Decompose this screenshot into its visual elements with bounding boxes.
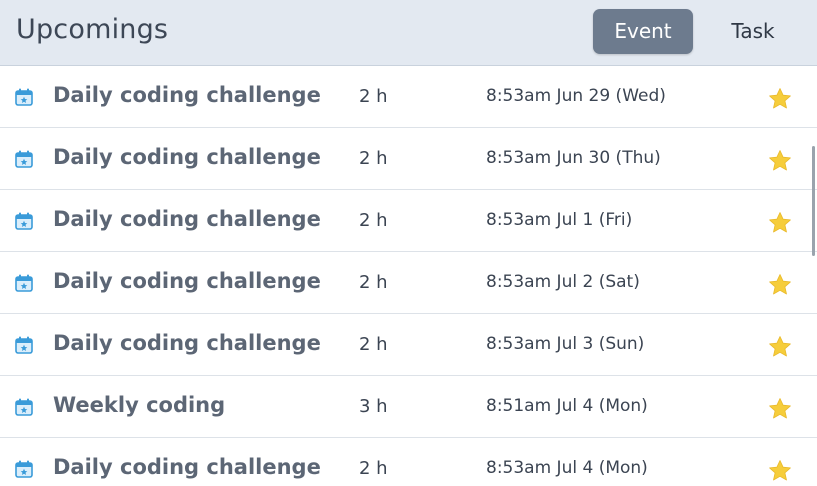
event-duration: 2 h — [359, 334, 388, 355]
event-title: Daily coding challenge — [53, 331, 321, 355]
page-title: Upcomings — [16, 14, 169, 45]
upcomings-app: Upcomings Event Task Daily coding challe… — [0, 0, 817, 486]
star-icon[interactable] — [767, 272, 793, 298]
tab-event[interactable]: Event — [593, 9, 693, 54]
list-item[interactable]: Daily coding challenge 2 h 8:53am Jul 3 … — [0, 314, 817, 376]
event-datetime: 8:53am Jun 30 (Thu) — [486, 148, 661, 168]
list-item[interactable]: Daily coding challenge 2 h 8:53am Jul 1 … — [0, 190, 817, 252]
list-item[interactable]: Daily coding challenge 2 h 8:53am Jun 30… — [0, 128, 817, 190]
event-datetime: 8:51am Jul 4 (Mon) — [486, 396, 648, 416]
calendar-star-icon — [15, 460, 33, 478]
event-title: Daily coding challenge — [53, 207, 321, 231]
calendar-star-icon — [15, 336, 33, 354]
event-duration: 2 h — [359, 458, 388, 479]
event-title: Daily coding challenge — [53, 83, 321, 107]
event-duration: 2 h — [359, 148, 388, 169]
star-icon[interactable] — [767, 396, 793, 422]
event-datetime: 8:53am Jul 2 (Sat) — [486, 272, 640, 292]
star-icon[interactable] — [767, 458, 793, 484]
calendar-star-icon — [15, 150, 33, 168]
calendar-star-icon — [15, 398, 33, 416]
event-datetime: 8:53am Jul 1 (Fri) — [486, 210, 633, 230]
list-item[interactable]: Daily coding challenge 2 h 8:53am Jun 29… — [0, 66, 817, 128]
event-title: Daily coding challenge — [53, 269, 321, 293]
event-duration: 3 h — [359, 396, 388, 417]
star-icon[interactable] — [767, 334, 793, 360]
list-item[interactable]: Daily coding challenge 2 h 8:53am Jul 4 … — [0, 438, 817, 486]
calendar-star-icon — [15, 88, 33, 106]
event-duration: 2 h — [359, 272, 388, 293]
calendar-star-icon — [15, 274, 33, 292]
tab-task[interactable]: Task — [703, 9, 803, 54]
list-item[interactable]: Weekly coding 3 h 8:51am Jul 4 (Mon) — [0, 376, 817, 438]
calendar-star-icon — [15, 212, 33, 230]
header-bar: Upcomings Event Task — [0, 0, 817, 66]
event-duration: 2 h — [359, 210, 388, 231]
event-duration: 2 h — [359, 86, 388, 107]
star-icon[interactable] — [767, 210, 793, 236]
scrollbar-thumb[interactable] — [812, 146, 815, 256]
event-title: Daily coding challenge — [53, 145, 321, 169]
event-list[interactable]: Daily coding challenge 2 h 8:53am Jun 29… — [0, 66, 817, 486]
event-title: Weekly coding — [53, 393, 226, 417]
list-item[interactable]: Daily coding challenge 2 h 8:53am Jul 2 … — [0, 252, 817, 314]
event-title: Daily coding challenge — [53, 455, 321, 479]
event-datetime: 8:53am Jul 4 (Mon) — [486, 458, 648, 478]
event-datetime: 8:53am Jun 29 (Wed) — [486, 86, 666, 106]
star-icon[interactable] — [767, 86, 793, 112]
event-datetime: 8:53am Jul 3 (Sun) — [486, 334, 645, 354]
star-icon[interactable] — [767, 148, 793, 174]
